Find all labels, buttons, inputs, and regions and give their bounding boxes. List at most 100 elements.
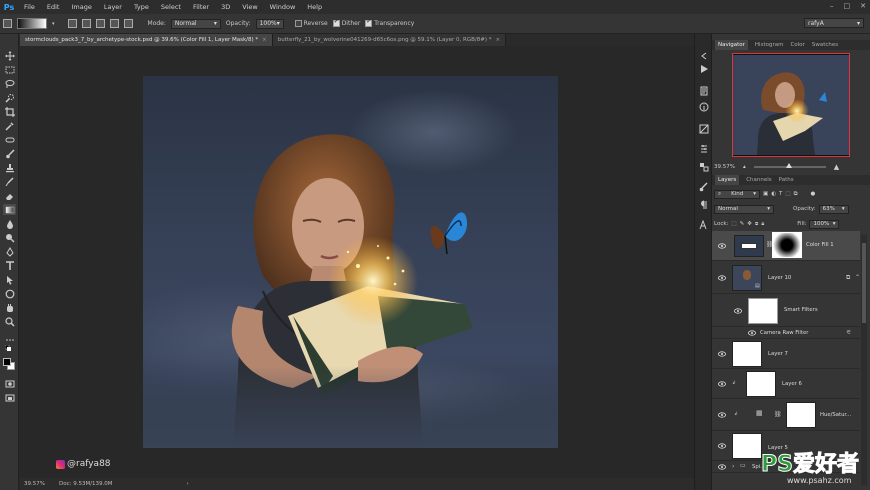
smart-filters-row[interactable]: Smart Filters: [712, 295, 860, 327]
navigator-zoom-slider[interactable]: [753, 163, 826, 168]
lock-artboard-icon[interactable]: ⧈: [755, 221, 759, 228]
blur-tool-icon[interactable]: [3, 218, 16, 229]
blend-mode-select[interactable]: Normal ▾: [714, 204, 774, 214]
radial-gradient-icon[interactable]: [81, 19, 91, 28]
minimize-icon[interactable]: –: [830, 2, 834, 10]
chevron-down-icon[interactable]: ▾: [52, 21, 55, 27]
path-selection-tool-icon[interactable]: [3, 274, 16, 285]
reverse-checkbox[interactable]: Reverse: [294, 20, 328, 27]
layer-mask-thumbnail[interactable]: [786, 402, 816, 428]
ellipse-tool-icon[interactable]: [3, 288, 16, 299]
tab-layers[interactable]: Layers: [715, 175, 740, 185]
navigator-zoom-value[interactable]: 39.57%: [714, 164, 735, 170]
play-action-icon[interactable]: [699, 64, 709, 74]
menu-image[interactable]: Image: [65, 3, 97, 11]
close-icon[interactable]: ×: [262, 37, 267, 43]
lock-all-icon[interactable]: 🔒︎: [761, 221, 764, 228]
tab-histogram[interactable]: Histogram: [755, 42, 784, 48]
eyedropper-tool-icon[interactable]: [3, 120, 16, 131]
type-tool-icon[interactable]: [3, 260, 16, 271]
type-filter-icon[interactable]: T: [779, 191, 782, 197]
eye-icon[interactable]: [718, 443, 726, 449]
move-tool-icon[interactable]: [3, 50, 16, 61]
shape-filter-icon[interactable]: ⬚: [785, 191, 790, 197]
zoom-out-icon[interactable]: ▴: [743, 164, 746, 170]
layer-name[interactable]: Color Fill 1: [806, 242, 834, 248]
tab-channels[interactable]: Channels: [746, 177, 771, 183]
layer-mask-thumbnail[interactable]: [772, 232, 802, 258]
foreground-color-swatch[interactable]: [3, 358, 11, 366]
gradient-tool-icon[interactable]: [3, 204, 16, 215]
tab-paths[interactable]: Paths: [779, 177, 794, 183]
tab-color[interactable]: Color: [790, 42, 804, 48]
chain-icon[interactable]: ⛓: [774, 411, 782, 418]
filter-row[interactable]: Camera Raw Filter ⚟: [712, 327, 860, 339]
filter-toggle-icon[interactable]: ●: [811, 191, 816, 197]
history-icon[interactable]: [699, 86, 709, 96]
chevron-up-icon[interactable]: ⌃: [855, 274, 860, 281]
eye-icon[interactable]: [718, 412, 726, 418]
tab-swatches[interactable]: Swatches: [812, 42, 838, 48]
brush-panel-icon[interactable]: [699, 182, 709, 192]
paragraph-icon[interactable]: [699, 200, 709, 210]
close-icon[interactable]: ✕: [860, 2, 866, 10]
diamond-gradient-icon[interactable]: [123, 19, 133, 28]
healing-brush-tool-icon[interactable]: [3, 134, 16, 145]
opacity-field[interactable]: 100% ▾: [255, 18, 284, 29]
eye-icon[interactable]: [718, 351, 726, 357]
layer-row[interactable]: ↲ Layer 6: [712, 369, 860, 399]
menu-edit[interactable]: Edit: [41, 3, 66, 11]
lock-position-icon[interactable]: ✥: [747, 221, 752, 227]
screen-mode-icon[interactable]: [3, 392, 16, 403]
filter-options-icon[interactable]: ⚟: [846, 329, 851, 336]
canvas-area[interactable]: @rafya88: [20, 46, 694, 478]
eye-icon[interactable]: [748, 330, 756, 336]
layer-name[interactable]: Layer 10: [768, 275, 791, 281]
eye-icon[interactable]: [718, 275, 726, 281]
chevron-right-icon[interactable]: ›: [732, 463, 734, 470]
character-icon[interactable]: [699, 220, 709, 230]
tab-butterfly[interactable]: butterfly_21_by_wolverine041269-d65c6os.…: [272, 34, 507, 46]
tool-preset-icon[interactable]: [3, 19, 12, 28]
layer-name[interactable]: Camera Raw Filter: [760, 330, 808, 336]
mode-select[interactable]: Normal ▾: [170, 18, 221, 29]
eye-icon[interactable]: [734, 308, 742, 314]
info-icon[interactable]: [699, 102, 709, 112]
close-icon[interactable]: ×: [495, 37, 500, 43]
adjustments-icon[interactable]: [699, 124, 709, 134]
angle-gradient-icon[interactable]: [95, 19, 105, 28]
reflected-gradient-icon[interactable]: [109, 19, 119, 28]
scrollbar-thumb[interactable]: [862, 243, 866, 323]
status-zoom[interactable]: 39.57%: [24, 481, 45, 487]
eye-icon[interactable]: [718, 381, 726, 387]
smart-filter-mask-thumbnail[interactable]: [748, 298, 778, 324]
marquee-tool-icon[interactable]: [3, 64, 16, 75]
menu-filter[interactable]: Filter: [187, 3, 215, 11]
layer-opacity-field[interactable]: 63% ▾: [818, 204, 849, 214]
fill-field[interactable]: 100% ▾: [809, 219, 840, 229]
layer-name[interactable]: Layer 6: [782, 381, 802, 387]
tab-stormclouds[interactable]: stormclouds_pack3_7_by_archetype-stock.p…: [20, 34, 273, 46]
properties-icon[interactable]: [699, 144, 709, 154]
collapse-panels-icon[interactable]: [699, 51, 709, 61]
transparency-checkbox[interactable]: Transparency: [365, 20, 414, 27]
dither-checkbox[interactable]: Dither: [332, 20, 360, 27]
lock-image-icon[interactable]: ✎: [740, 221, 745, 227]
layer-name[interactable]: Hue/Satur...: [820, 412, 851, 418]
menu-type[interactable]: Type: [128, 3, 155, 11]
layer-name[interactable]: Layer 7: [768, 351, 788, 357]
maximize-icon[interactable]: □: [844, 2, 851, 10]
linear-gradient-icon[interactable]: [67, 19, 77, 28]
hand-tool-icon[interactable]: [3, 302, 16, 313]
smart-filter-icon[interactable]: ⧉: [794, 191, 798, 198]
filter-kind-select[interactable]: ⌕ Kind ▾: [714, 189, 760, 199]
document-canvas[interactable]: [143, 76, 558, 448]
chevron-right-icon[interactable]: ›: [187, 481, 189, 487]
menu-window[interactable]: Window: [264, 3, 302, 11]
crop-tool-icon[interactable]: [3, 106, 16, 117]
workspace-select[interactable]: rafyA ▾: [804, 18, 864, 28]
layer-row[interactable]: ⛓ Color Fill 1: [712, 231, 860, 261]
adjustment-filter-icon[interactable]: ◐: [771, 191, 776, 197]
menu-file[interactable]: File: [18, 3, 41, 11]
more-tools-icon[interactable]: [3, 334, 16, 345]
